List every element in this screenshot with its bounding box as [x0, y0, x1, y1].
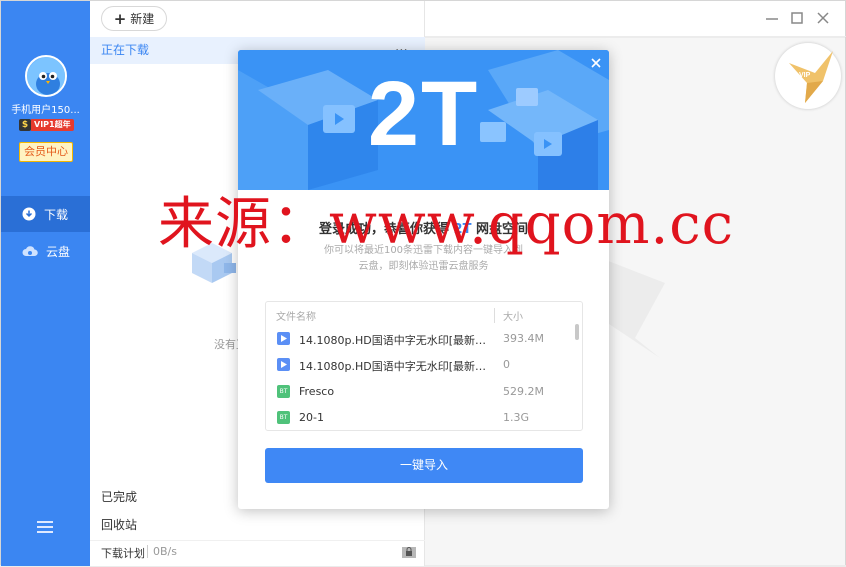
sidebar-item-download[interactable]: 下载 — [1, 196, 90, 232]
column-header-size: 大小 — [494, 308, 523, 323]
menu-icon[interactable] — [37, 521, 53, 534]
completed-link[interactable]: 已完成 — [101, 488, 137, 505]
column-header-name: 文件名称 — [276, 312, 316, 323]
file-table: 文件名称 大小 14.1080p.HD国语中字无水印[最新电... 393.4M… — [265, 301, 583, 431]
download-plan-label[interactable]: 下载计划 — [101, 545, 145, 561]
video-file-icon — [277, 332, 290, 345]
cloud-icon — [22, 244, 38, 258]
download-icon — [22, 207, 36, 221]
maximize-icon[interactable] — [789, 10, 805, 26]
sidebar: 手机用户150... $ VIP1超年 会员中心 下载 云盘 — [1, 1, 90, 566]
file-size: 393.4M — [503, 332, 544, 345]
downloading-label: 正在下载 — [101, 43, 150, 57]
window-close-icon[interactable] — [815, 10, 831, 26]
sidebar-item-label: 云盘 — [46, 244, 71, 259]
file-name: 14.1080p.HD国语中字无水印[最新电... — [299, 360, 489, 373]
vip-coin-icon: $ — [19, 119, 31, 131]
vip-badge-text: VIP1超年 — [31, 119, 74, 131]
new-task-button[interactable]: + 新建 — [101, 6, 167, 31]
new-task-label: 新建 — [130, 12, 155, 26]
bt-file-icon: BT — [277, 385, 290, 398]
file-table-header: 文件名称 大小 — [266, 302, 582, 326]
file-name: 14.1080p.HD国语中字无水印[最新电... — [299, 334, 489, 347]
download-plan-bar: 下载计划 0B/s — [90, 540, 425, 564]
video-file-icon — [277, 358, 290, 371]
minimize-icon[interactable] — [764, 10, 780, 26]
sidebar-item-cloud[interactable]: 云盘 — [1, 233, 90, 269]
sidebar-item-label: 下载 — [44, 207, 69, 222]
dialog-banner: 2T — [238, 50, 609, 190]
file-name: Fresco — [299, 385, 335, 398]
storage-gift-dialog: 2T 登录成功，恭喜你获得 2T 网盘空间 你可以将最近100条迅雷下载内容一键… — [238, 50, 609, 509]
vip-emblem-icon[interactable]: VIP — [775, 43, 841, 109]
lock-icon[interactable] — [401, 544, 417, 560]
avatar[interactable] — [25, 55, 67, 97]
table-scrollbar[interactable] — [575, 324, 579, 340]
recycle-bin-link[interactable]: 回收站 — [101, 516, 137, 533]
svg-text:VIP: VIP — [799, 72, 811, 79]
vip-badge: $ VIP1超年 — [19, 119, 74, 131]
dialog-close-icon[interactable] — [589, 56, 603, 70]
one-click-import-button[interactable]: 一键导入 — [265, 448, 583, 483]
username: 手机用户150... — [11, 105, 80, 116]
file-size: 529.2M — [503, 385, 544, 398]
file-name: 20-1 — [299, 411, 324, 424]
table-row[interactable]: 14.1080p.HD国语中字无水印[最新电... 393.4M — [266, 326, 582, 352]
member-center-button[interactable]: 会员中心 — [19, 142, 73, 162]
table-row[interactable]: BT 20-1 1.3G — [266, 405, 582, 431]
dialog-subtitle-line2: 云盘，即刻体验迅雷云盘服务 — [358, 261, 489, 272]
source-watermark: 来源：www.qqom.cc — [158, 192, 734, 257]
download-speed: 0B/s — [147, 545, 177, 558]
table-row[interactable]: 14.1080p.HD国语中字无水印[最新电... 0 — [266, 352, 582, 378]
file-size: 0 — [503, 358, 510, 371]
bt-file-icon: BT — [277, 411, 290, 424]
plus-icon: + — [113, 9, 127, 28]
banner-2t-text: 2T — [367, 63, 480, 165]
file-size: 1.3G — [503, 411, 530, 424]
table-row[interactable]: BT Fresco 529.2M — [266, 379, 582, 405]
